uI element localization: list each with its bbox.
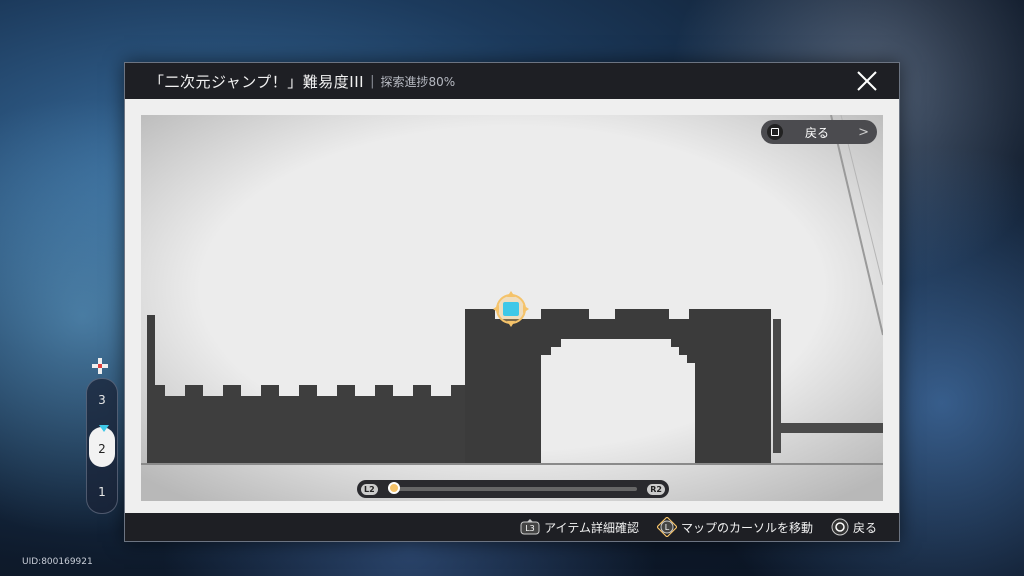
floor-2-label: 2 bbox=[98, 442, 106, 456]
close-icon[interactable] bbox=[855, 69, 879, 93]
slider-left-tag: L2 bbox=[361, 483, 378, 495]
panel-title: 「二次元ジャンプ！」難易度III bbox=[149, 72, 365, 91]
back-button[interactable]: 戻る > bbox=[761, 120, 877, 144]
svg-text:L: L bbox=[665, 523, 670, 532]
hint-back-label: 戻る bbox=[852, 520, 877, 535]
floor-3[interactable]: 3 bbox=[87, 385, 117, 415]
square-button-icon bbox=[767, 124, 783, 140]
layer-slider[interactable]: L2 R2 bbox=[357, 480, 669, 498]
slider-knob[interactable] bbox=[387, 482, 400, 494]
floor-2[interactable]: 2 bbox=[89, 425, 115, 467]
circle-button-icon bbox=[831, 518, 849, 536]
hint-item-details[interactable]: L3 アイテム詳細確認 bbox=[520, 519, 639, 536]
right-ledge bbox=[781, 423, 883, 433]
current-floor-marker bbox=[99, 425, 109, 432]
title-separator: | bbox=[370, 73, 375, 89]
back-button-label: 戻る bbox=[805, 125, 830, 140]
footer-hints: L3 アイテム詳細確認 L マップのカーソルを移動 戻る bbox=[125, 513, 899, 541]
map-drawing bbox=[141, 115, 883, 501]
dpad-icon bbox=[92, 358, 108, 374]
map-canvas[interactable] bbox=[141, 115, 883, 501]
l3-button-icon: L3 bbox=[520, 519, 540, 535]
panel-header: 「二次元ジャンプ！」難易度III | 探索進捗80% bbox=[125, 63, 899, 99]
slider-right-tag: R2 bbox=[647, 483, 665, 495]
hint-cursor-label: マップのカーソルを移動 bbox=[680, 520, 813, 535]
exploration-progress: 探索進捗80% bbox=[380, 74, 456, 89]
right-post bbox=[773, 319, 781, 453]
floor-selector: 3 2 1 bbox=[86, 378, 118, 514]
l-stick-icon: L bbox=[656, 517, 677, 537]
chevron-right-icon: > bbox=[858, 124, 869, 140]
slider-track[interactable] bbox=[387, 482, 638, 494]
floor-1[interactable]: 1 bbox=[87, 477, 117, 507]
hint-back[interactable]: 戻る bbox=[831, 518, 877, 536]
hint-move-cursor[interactable]: L マップのカーソルを移動 bbox=[656, 517, 813, 537]
hint-item-label: アイテム詳細確認 bbox=[544, 520, 639, 535]
map-panel: 「二次元ジャンプ！」難易度III | 探索進捗80% 戻る > L2 R2 L3… bbox=[124, 62, 900, 542]
uid-label: UID:800169921 bbox=[22, 557, 93, 567]
svg-text:L3: L3 bbox=[525, 524, 535, 533]
